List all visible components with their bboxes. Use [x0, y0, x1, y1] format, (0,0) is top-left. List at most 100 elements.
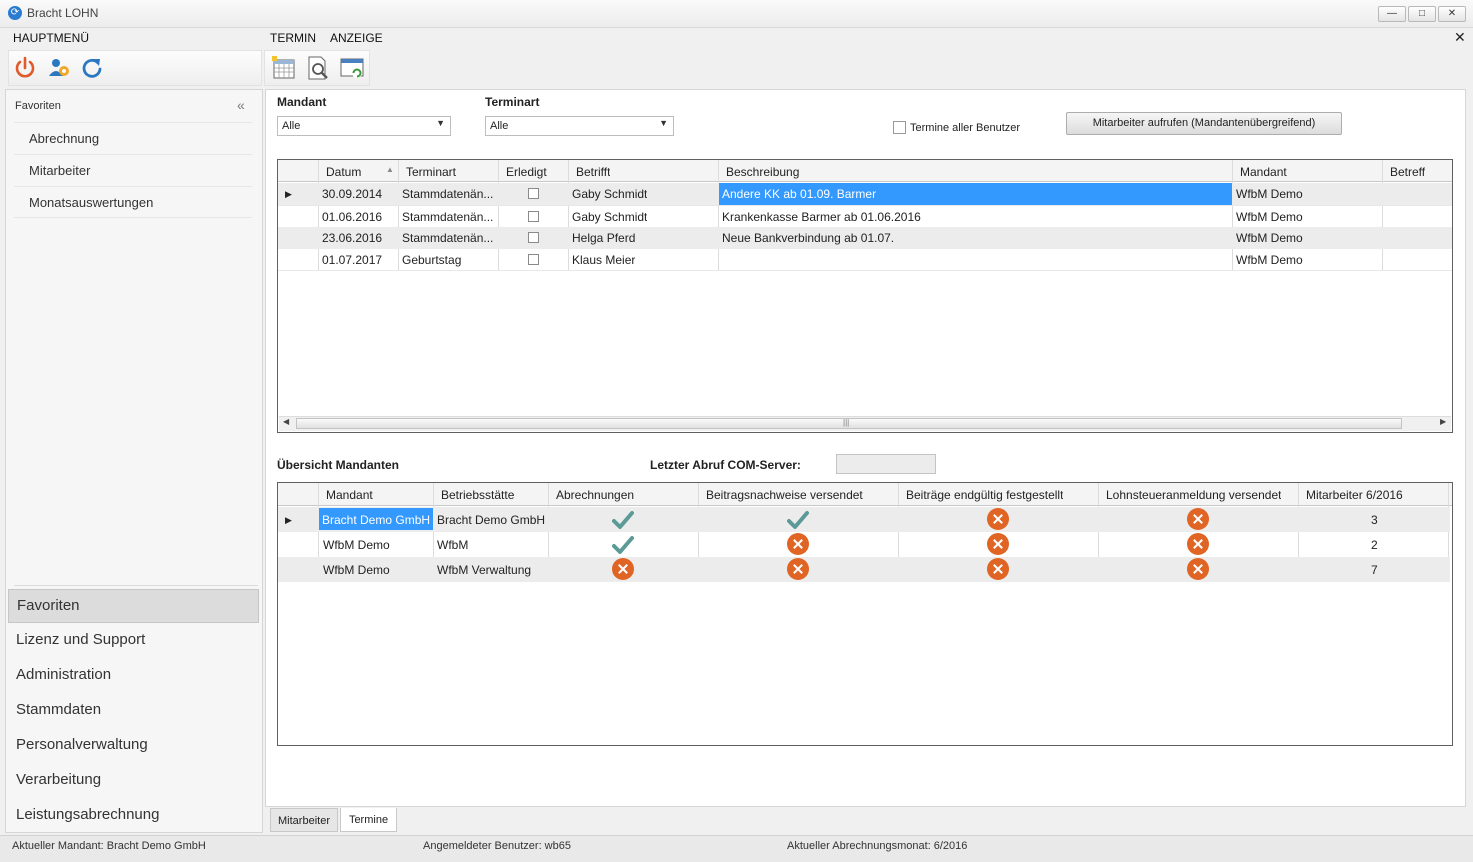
error-icon	[787, 558, 809, 580]
favorite-item-monatsauswertungen[interactable]: Monatsauswertungen	[14, 186, 252, 218]
error-icon	[987, 508, 1009, 530]
favorite-item-mitarbeiter[interactable]: Mitarbeiter	[14, 154, 252, 186]
erledigt-checkbox[interactable]	[528, 211, 539, 222]
table-row[interactable]: WfbM Demo WfbM Verwaltung 7	[278, 557, 1450, 582]
menu-hauptmenue[interactable]: HAUPTMENÜ	[13, 31, 89, 45]
com-server-field	[836, 454, 936, 474]
cell-beschreibung: Krankenkasse Barmer ab 01.06.2016	[722, 210, 921, 224]
cell-mandant: WfbM Demo	[1236, 210, 1303, 224]
menu-termin[interactable]: TERMIN	[270, 31, 316, 45]
document-close-icon[interactable]: ✕	[1454, 29, 1466, 46]
row-pointer-icon: ▶	[285, 515, 292, 525]
col-header-abrechnungen[interactable]: Abrechnungen	[553, 488, 634, 502]
scroll-left-icon[interactable]: ◀	[283, 417, 289, 426]
cell-mandant: WfbM Demo	[1236, 231, 1303, 245]
all-users-checkbox[interactable]	[893, 121, 906, 134]
cell-beschreibung: Neue Bankverbindung ab 01.07.	[722, 231, 895, 245]
mandant-label: Mandant	[277, 95, 327, 109]
call-employee-button[interactable]: Mitarbeiter aufrufen (Mandantenübergreif…	[1066, 112, 1342, 135]
status-bar	[0, 835, 1473, 862]
cell-betrifft: Helga Pferd	[572, 231, 636, 245]
col-header-mandant[interactable]: Mandant	[323, 488, 373, 502]
tab-termine[interactable]: Termine	[340, 808, 397, 832]
mandant-select[interactable]: Alle ▼	[277, 116, 451, 136]
col-header-beschreibung[interactable]: Beschreibung	[723, 165, 799, 179]
nav-section-personalverwaltung[interactable]: Personalverwaltung	[8, 729, 259, 763]
table-row[interactable]: 01.07.2017 Geburtstag Klaus Meier WfbM D…	[278, 249, 1452, 271]
col-header-betriebsstaette[interactable]: Betriebsstätte	[438, 488, 514, 502]
cell-mandant: WfbM Demo	[1236, 253, 1303, 267]
dropdown-arrow-icon: ▼	[659, 118, 668, 128]
maximize-button[interactable]: □	[1408, 6, 1436, 22]
tab-mitarbeiter[interactable]: Mitarbeiter	[270, 808, 338, 832]
terminart-select-value: Alle	[490, 120, 509, 132]
favorite-item-abrechnung[interactable]: Abrechnung	[14, 122, 252, 154]
cell-terminart: Geburtstag	[402, 253, 462, 267]
appointments-grid: Datum ▲ Terminart Erledigt Betrifft Besc…	[277, 159, 1453, 433]
col-header-beitragsnachweise[interactable]: Beitragsnachweise versendet	[703, 488, 863, 502]
cell-betrifft: Gaby Schmidt	[572, 210, 648, 224]
nav-section-favoriten[interactable]: Favoriten	[8, 589, 259, 623]
table-row[interactable]: WfbM Demo WfbM 2	[278, 532, 1450, 557]
col-header-terminart[interactable]: Terminart	[403, 165, 456, 179]
overview-grid: Mandant Betriebsstätte Abrechnungen Beit…	[277, 482, 1453, 746]
scroll-right-icon[interactable]: ▶	[1440, 417, 1446, 426]
cell-beschreibung: Andere KK ab 01.09. Barmer	[719, 183, 1232, 205]
terminart-select[interactable]: Alle ▼	[485, 116, 674, 136]
col-header-erledigt[interactable]: Erledigt	[503, 165, 547, 179]
title-bar	[0, 0, 1473, 28]
check-icon	[787, 511, 809, 529]
cell-mandant: Bracht Demo GmbH	[319, 508, 434, 530]
col-header-lohnsteuer[interactable]: Lohnsteueranmeldung versendet	[1103, 488, 1281, 502]
col-header-mandant[interactable]: Mandant	[1237, 165, 1287, 179]
cell-betriebsstaette: WfbM	[437, 538, 469, 552]
calendar-icon[interactable]	[272, 56, 296, 80]
cell-betrifft: Klaus Meier	[572, 253, 636, 267]
divider	[14, 585, 258, 586]
window-refresh-icon[interactable]	[340, 56, 364, 80]
col-header-betrifft[interactable]: Betrifft	[573, 165, 610, 179]
table-row[interactable]: 01.06.2016 Stammdatenän... Gaby Schmidt …	[278, 205, 1452, 227]
grip-icon: |||	[843, 418, 850, 427]
com-server-label: Letzter Abruf COM-Server:	[650, 458, 801, 472]
cell-terminart: Stammdatenän...	[402, 187, 494, 201]
minimize-button[interactable]: —	[1378, 6, 1406, 22]
cell-mandant: WfbM Demo	[1236, 187, 1303, 201]
users-settings-icon[interactable]	[47, 56, 71, 80]
status-abrechnungsmonat: Aktueller Abrechnungsmonat: 6/2016	[787, 840, 968, 852]
col-header-datum[interactable]: Datum	[323, 165, 361, 179]
cell-datum: 01.07.2017	[322, 253, 383, 267]
search-document-icon[interactable]	[306, 56, 330, 80]
cell-datum: 30.09.2014	[322, 187, 383, 201]
col-header-betreff[interactable]: Betreff	[1387, 165, 1425, 179]
table-row[interactable]: ▶ 30.09.2014 Stammdatenän... Gaby Schmid…	[278, 183, 1452, 205]
mandant-select-value: Alle	[282, 120, 301, 132]
col-header-mitarbeiter[interactable]: Mitarbeiter 6/2016	[1303, 488, 1403, 502]
table-row[interactable]: 23.06.2016 Stammdatenän... Helga Pferd N…	[278, 227, 1452, 249]
error-icon	[987, 533, 1009, 555]
collapse-icon[interactable]: «	[237, 97, 245, 113]
table-row[interactable]: ▶ Bracht Demo GmbH Bracht Demo GmbH 3	[278, 507, 1450, 532]
app-logo-icon: ⟳	[8, 6, 22, 20]
nav-section-verarbeitung[interactable]: Verarbeitung	[8, 764, 259, 798]
nav-section-leistungsabrechnung[interactable]: Leistungsabrechnung	[8, 799, 259, 833]
close-button[interactable]: ✕	[1438, 6, 1466, 22]
erledigt-checkbox[interactable]	[528, 254, 539, 265]
erledigt-checkbox[interactable]	[528, 188, 539, 199]
erledigt-checkbox[interactable]	[528, 232, 539, 243]
power-icon[interactable]	[13, 56, 37, 80]
menu-anzeige[interactable]: ANZEIGE	[330, 31, 383, 45]
nav-section-lizenz[interactable]: Lizenz und Support	[8, 624, 259, 658]
cell-mandant: WfbM Demo	[323, 538, 390, 552]
refresh-icon[interactable]	[80, 56, 104, 80]
cell-mandant: WfbM Demo	[323, 563, 390, 577]
col-header-beitraege[interactable]: Beiträge endgültig festgestellt	[903, 488, 1063, 502]
all-users-label: Termine aller Benutzer	[910, 122, 1021, 134]
error-icon	[987, 558, 1009, 580]
overview-title: Übersicht Mandanten	[277, 458, 400, 472]
dropdown-arrow-icon: ▼	[436, 118, 445, 128]
nav-section-stammdaten[interactable]: Stammdaten	[8, 694, 259, 728]
sort-ascending-icon: ▲	[386, 165, 394, 174]
error-icon	[1187, 533, 1209, 555]
nav-section-administration[interactable]: Administration	[8, 659, 259, 693]
